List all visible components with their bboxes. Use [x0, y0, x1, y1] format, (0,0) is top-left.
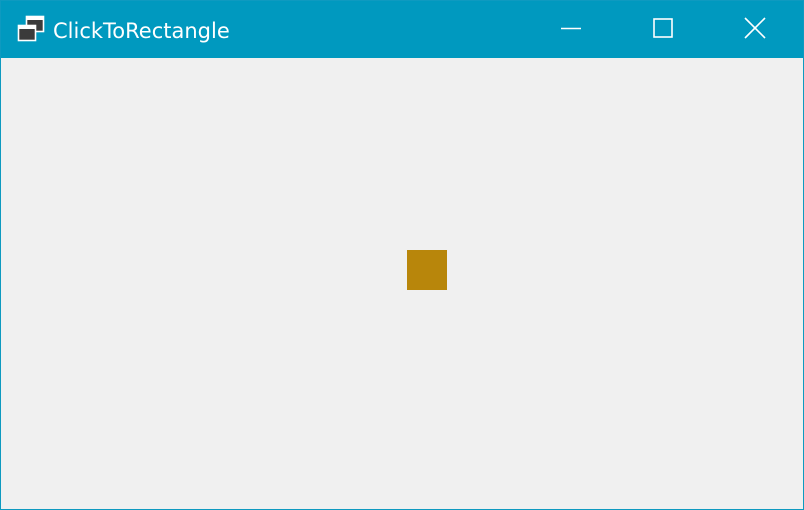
- client-area[interactable]: [1, 58, 803, 509]
- app-window: ClickToRectangle: [0, 0, 804, 510]
- window-title: ClickToRectangle: [53, 19, 230, 43]
- maximize-icon: [652, 17, 674, 43]
- minimize-icon: [560, 17, 582, 43]
- title-bar[interactable]: ClickToRectangle: [1, 1, 803, 58]
- app-windows-icon: [16, 15, 46, 45]
- rectangle-shape[interactable]: [407, 250, 447, 290]
- maximize-button[interactable]: [617, 1, 709, 58]
- close-icon: [744, 16, 766, 43]
- minimize-button[interactable]: [525, 1, 617, 58]
- close-button[interactable]: [709, 1, 801, 58]
